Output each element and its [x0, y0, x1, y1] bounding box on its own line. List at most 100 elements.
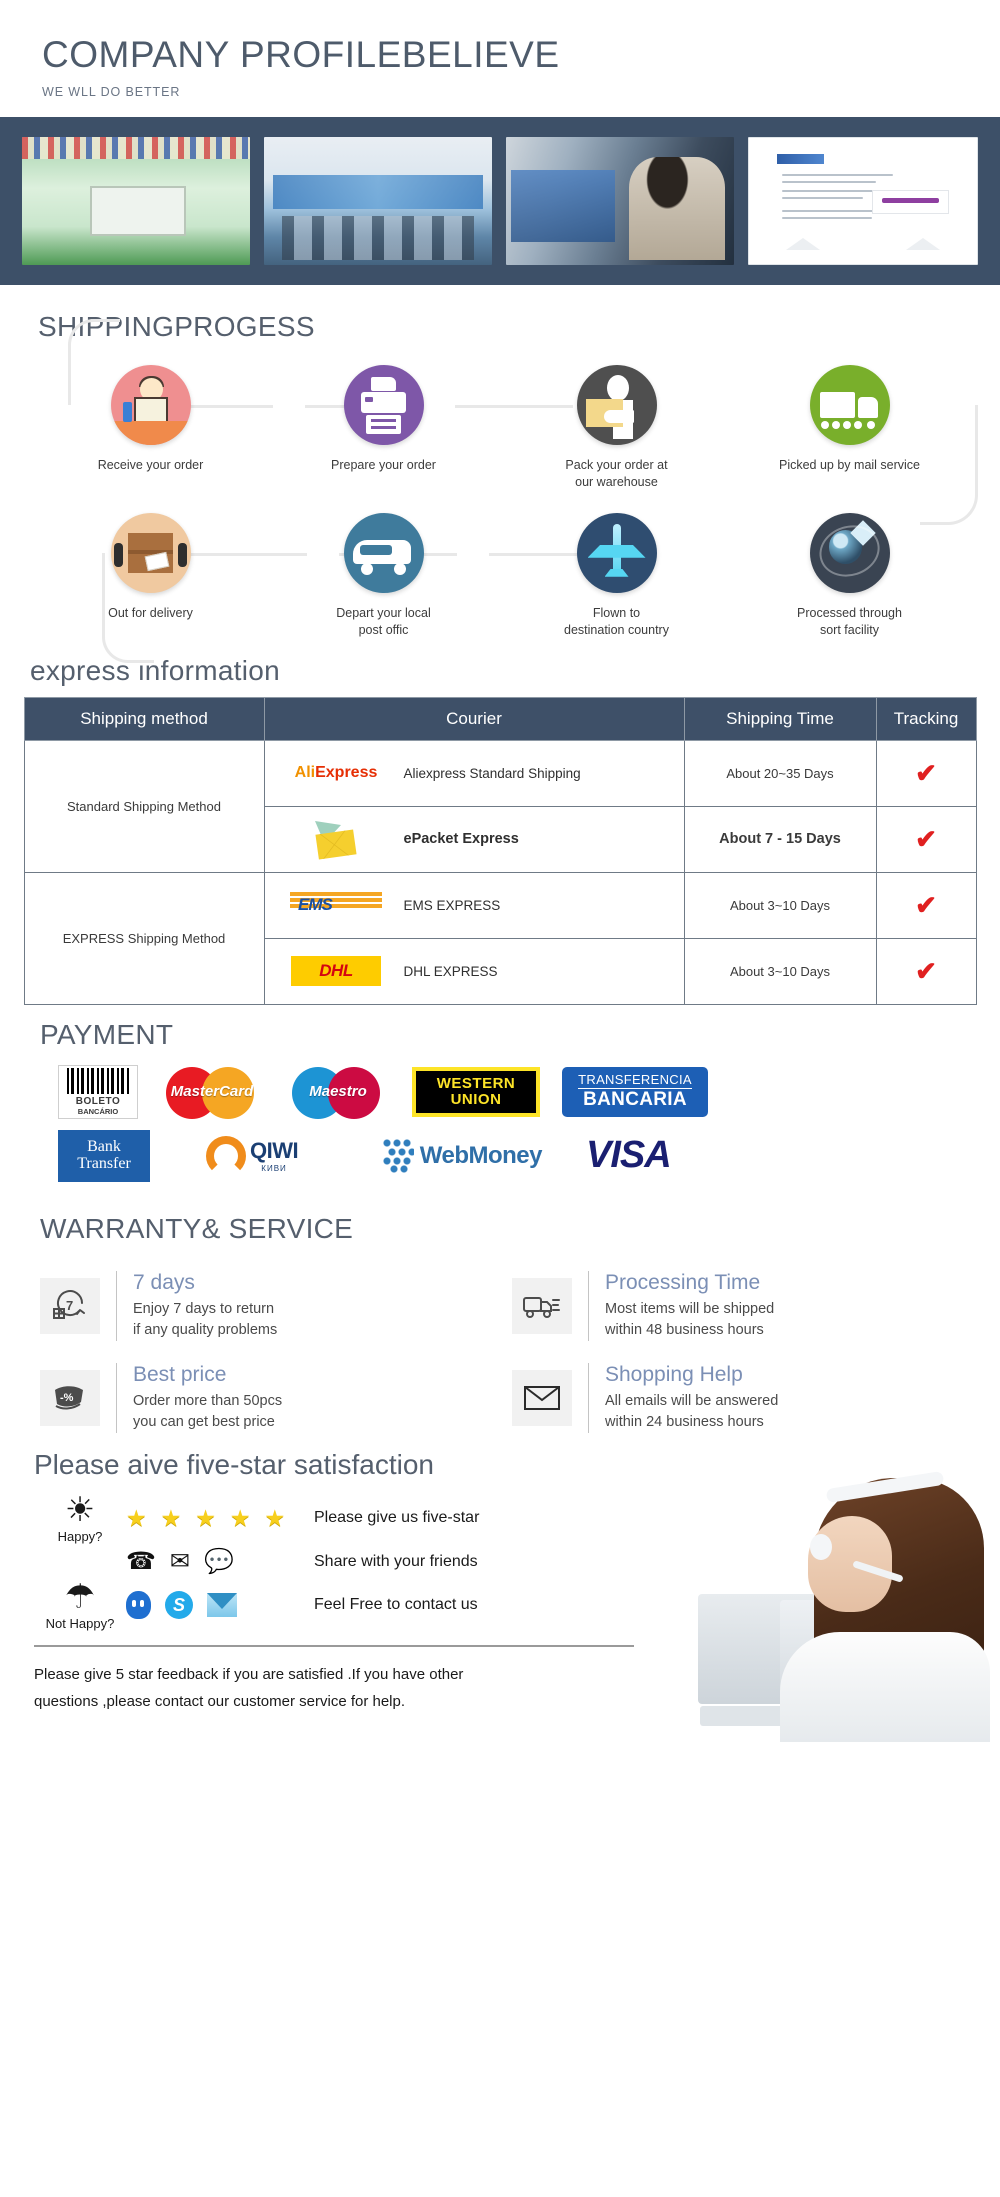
flow-step-pack-order: Pack your order at our warehouse [500, 365, 733, 491]
flow-step-picked-up: Picked up by mail service [733, 365, 966, 491]
dhl-logo: DHL [279, 956, 394, 986]
boleto-line1: BOLETO [75, 1095, 121, 1107]
mastercard-logo: MasterCard [160, 1065, 264, 1119]
svg-text:-%: -% [60, 1392, 74, 1404]
discount-percent-icon: -% [40, 1369, 100, 1426]
flow-step-label-line1: Pack your order at [565, 458, 668, 472]
feedback-note: Please give 5 star feedback if you are s… [34, 1661, 644, 1717]
feedback-note-line1: Please give 5 star feedback if you are s… [34, 1665, 464, 1683]
warranty-item-line1: All emails will be answered [605, 1392, 779, 1409]
cell-shipping-method-express: EXPRESS Shipping Method [23, 871, 265, 1005]
flow-step-label-line2: post offic [358, 622, 409, 637]
phone-icon[interactable]: ☎ [126, 1549, 156, 1574]
express-information-heading: express information [30, 654, 281, 686]
ems-logo: EMS [279, 892, 394, 918]
express-information-section: express information Shipping method Cour… [0, 655, 1000, 1005]
warranty-service-section: WARRANTY& SERVICE 7 7 days Enjoy 7 days … [0, 1199, 1000, 1433]
shipping-flow: Receive your order Prepare your order Pa… [0, 319, 1000, 663]
column-header-tracking: Tracking [875, 696, 977, 741]
shipping-progress-heading: SHIPPINGPROGESS [38, 311, 315, 342]
warranty-item-shopping-help: Shopping Help All emails will be answere… [512, 1362, 974, 1433]
flow-step-receive-order: Receive your order [34, 365, 267, 491]
boleto-line2: BANCÁRIO [77, 1106, 119, 1116]
warranty-item-line1: Most items will be shipped [605, 1300, 775, 1317]
ems-logo-text: EMS [298, 895, 333, 914]
not-happy-mood: ☂ Not Happy? [34, 1580, 126, 1631]
feedback-row-text: Feel Free to contact us [314, 1596, 478, 1614]
certificate-photo [748, 137, 978, 265]
flow-step-label-line1: Flown to [592, 605, 641, 620]
cardboard-box-icon [110, 512, 191, 593]
star-icon: ★ [229, 1504, 251, 1531]
shipping-progress-section: SHIPPINGPROGESS Receive your order Prepa… [0, 285, 1000, 663]
flow-step-processed-sort-facility: Processed through sort facility [733, 512, 966, 639]
flow-step-out-for-delivery: Out for delivery [34, 512, 267, 639]
star-icon: ★ [195, 1504, 216, 1531]
transferencia-bancaria-logo: TRANSFERENCIA BANCARIA [562, 1065, 708, 1119]
envelope-icon[interactable]: ✉ [170, 1549, 190, 1574]
bank-transfer-logo: Bank Transfer [58, 1129, 150, 1183]
dhl-logo-text: DHL [319, 961, 353, 980]
aliexpress-logo-a: Ali [294, 764, 316, 781]
feedback-row-contact: ☂ Not Happy? S Feel Free to contact us [34, 1580, 674, 1631]
table-header-row: Shipping method Courier Shipping Time Tr… [23, 696, 977, 741]
warranty-item-title: Processing Time [605, 1270, 761, 1294]
delivery-truck-icon [809, 365, 890, 445]
flow-step-prepare-order: Prepare your order [267, 365, 500, 491]
happy-label: Happy? [57, 1528, 103, 1544]
flow-step-depart-post-office: Depart your local post offic [267, 512, 500, 639]
qiwi-text: QIWI [250, 1138, 299, 1163]
seven-day-return-icon: 7 [40, 1277, 100, 1334]
shipping-truck-icon [512, 1277, 572, 1334]
tb-line2: BANCARIA [583, 1089, 687, 1110]
qq-icon[interactable] [126, 1591, 151, 1620]
share-icons: ☎ ✉ 💬 [126, 1549, 314, 1574]
shipping-methods-table: Shipping method Courier Shipping Time Tr… [23, 696, 977, 1005]
visa-logo: VISA [586, 1129, 732, 1183]
courier-name: EMS EXPRESS [403, 897, 501, 913]
tb-line1: TRANSFERENCIA [578, 1072, 692, 1089]
warranty-item-line2: within 24 business hours [605, 1413, 764, 1430]
feedback-section: Please aive five-star satisfaction ☀ Hap… [0, 1433, 1000, 1743]
company-profile-header: COMPANY PROFILEBELIEVE WE WLL DO BETTER [0, 0, 1000, 117]
qiwi-logo: QIWI КИВИ [206, 1129, 336, 1183]
shipping-flow-row-2: Out for delivery Depart your local post … [34, 512, 966, 639]
courier-name: Aliexpress Standard Shipping [403, 765, 581, 781]
showroom-photo [22, 137, 250, 265]
table-row: EXPRESS Shipping Method EMS EMS EXPRESS … [23, 871, 977, 1005]
flow-step-label: Receive your order [97, 458, 204, 472]
shipping-flow-row-1: Receive your order Prepare your order Pa… [34, 365, 966, 491]
flow-step-label-line2: our warehouse [575, 474, 658, 489]
delivery-van-icon [343, 512, 424, 593]
maestro-text: Maestro [309, 1082, 367, 1100]
feedback-row-text: Please give us five-star [314, 1509, 480, 1527]
star-icon: ★ [160, 1504, 182, 1531]
globe-sorting-icon [809, 512, 890, 593]
chat-bubble-icon[interactable]: 💬 [204, 1549, 234, 1574]
production-photo [506, 137, 734, 265]
payment-logos: BOLETO BANCÁRIO MasterCard Maestro WESTE… [40, 1064, 1000, 1183]
airplane-icon [576, 512, 657, 593]
warranty-item-best-price: -% Best price Order more than 50pcs you … [40, 1362, 502, 1433]
warranty-item-line2: you can get best price [133, 1413, 275, 1430]
tracking-check-icon: ✔ [915, 824, 937, 854]
flow-step-label: Picked up by mail service [778, 458, 921, 472]
aliexpress-logo: AliExpress [279, 764, 394, 782]
trademanager-icon[interactable] [207, 1593, 237, 1618]
happy-mood: ☀ Happy? [34, 1493, 126, 1544]
warranty-item-line1: Enjoy 7 days to return [133, 1300, 275, 1317]
star-rating: ★ ★ ★ ★ ★ [126, 1505, 314, 1532]
feedback-note-line2: questions ,please contact our customer s… [34, 1693, 406, 1711]
star-icon: ★ [126, 1504, 147, 1531]
table-row: Standard Shipping Method AliExpress Alie… [23, 739, 977, 873]
star-icon: ★ [264, 1504, 286, 1531]
cell-shipping-time: About 7 - 15 Days [683, 805, 877, 873]
webmoney-text: WebMoney [419, 1141, 543, 1169]
not-happy-label: Not Happy? [45, 1615, 115, 1631]
feedback-rows: ☀ Happy? ★ ★ ★ ★ ★ Please give us five-s… [34, 1493, 674, 1717]
column-header-shipping-time: Shipping Time [683, 696, 877, 741]
flow-step-flown-to-destination: Flown to destination country [500, 512, 733, 639]
skype-icon[interactable]: S [165, 1591, 193, 1620]
divider [34, 1644, 634, 1647]
contact-icons: S [126, 1591, 314, 1620]
